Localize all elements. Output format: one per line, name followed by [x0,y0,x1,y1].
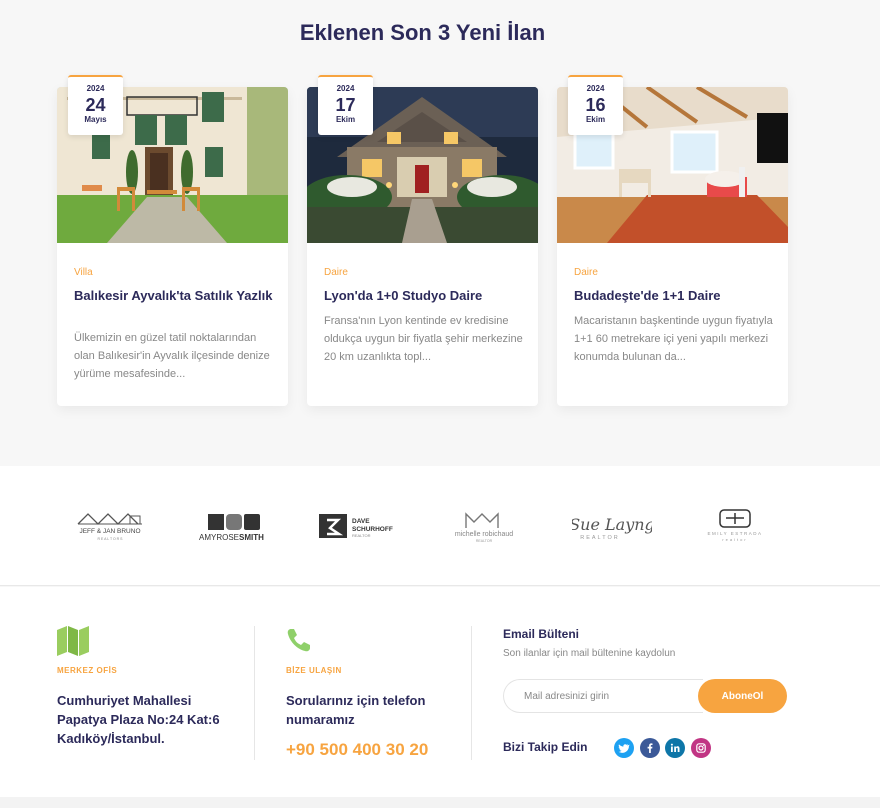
contact-text: numaramız [286,712,355,727]
instagram-icon[interactable] [691,738,711,758]
subscribe-button[interactable]: AboneOl [698,679,787,713]
brand-logo-amyrose-smith[interactable]: AMYROSESMITH [197,508,271,544]
office-address-line: Cumhuriyet Mahallesi [57,693,192,708]
date-day: 16 [585,95,606,115]
newsletter-subtitle: Son ilanlar için mail bültenine kaydolun [503,648,676,659]
listing-description: Ülkemizin en güzel tatil noktalarından o… [74,332,270,380]
date-month: Ekim [335,115,356,124]
svg-text:AMYROSESMITH: AMYROSESMITH [199,533,264,542]
brand-text: Sue Layng [572,515,652,534]
listing-card[interactable]: 2024 16 Ekim Daire Budadeşte'de 1+1 Dair… [557,75,788,406]
brand-logo-jeff-jan-bruno[interactable]: JEFF & JAN BRUNO R E A L T O R S [74,508,146,544]
listing-category[interactable]: Villa [74,267,93,278]
brand-text: AMYROSE [199,533,239,542]
listing-category[interactable]: Daire [324,267,348,278]
date-year: 2024 [336,84,355,93]
brand-logo-sue-layng[interactable]: Sue Layng REALTOR [569,508,655,544]
listing-category[interactable]: Daire [574,267,598,278]
office-address-line: Kadıköy/İstanbul. [57,731,165,746]
phone-icon [286,627,312,658]
brand-text: SMITH [239,533,264,542]
linkedin-icon[interactable] [665,738,685,758]
date-year: 2024 [86,84,105,93]
contact-text: Sorularınız için telefon [286,693,426,708]
brand-text: REALTOR [476,539,493,543]
office-address-line: Papatya Plaza No:24 Kat:6 [57,712,220,727]
office-label: MERKEZ OFİS [57,666,118,675]
brand-text: michelle robichaud [455,531,513,538]
date-badge: 2024 17 Ekim [318,75,373,135]
brand-text: R E A L T O R S [97,537,123,541]
date-badge: 2024 24 Mayıs [68,75,123,135]
facebook-icon[interactable] [640,738,660,758]
listing-title[interactable]: Lyon'da 1+0 Studyo Daire [324,287,524,304]
brand-text: REALTOR [352,533,371,538]
listing-description: Macaristanın başkentinde uygun fiyatıyla… [574,315,773,363]
brand-text: EMILY ESTRADA [707,531,762,536]
partner-logos: JEFF & JAN BRUNO R E A L T O R S AMYROSE… [0,466,880,586]
section-title: Eklenen Son 3 Yeni İlan [299,20,546,45]
date-day: 17 [335,95,356,115]
date-badge: 2024 16 Ekim [568,75,623,135]
listing-card[interactable]: 2024 17 Ekim Daire Lyon'da 1+0 Studyo Da… [307,75,538,406]
brand-text: realtor [722,537,747,542]
brand-logo-emily-estrada[interactable]: EMILY ESTRADA realtor [698,508,774,544]
date-month: Ekim [585,115,606,124]
listing-card[interactable]: 2024 24 Mayıs Villa Balıkesir Ayvalık'ta… [57,75,288,406]
brand-text: JEFF & JAN BRUNO [79,528,140,535]
date-year: 2024 [586,84,605,93]
date-month: Mayıs [84,115,107,124]
divider [254,626,255,760]
map-icon [57,626,89,661]
bottom-strip [0,797,880,808]
date-day: 24 [85,95,106,115]
listing-title[interactable]: Balıkesir Ayvalık'ta Satılık Yazlık [74,287,274,304]
follow-label: Bizi Takip Edin [503,740,588,754]
brand-logo-dave-schurhoff[interactable]: DAVE SCHURHOFF REALTOR [318,508,406,544]
brand-logo-michelle-robichaud[interactable]: michelle robichaud REALTOR [448,508,520,544]
brand-text: DAVE [352,518,370,525]
footer: MERKEZ OFİS Cumhuriyet Mahallesi Papatya… [0,587,880,797]
contact-label: BİZE ULAŞIN [286,666,342,675]
phone-number[interactable]: +90 500 400 30 20 [286,740,428,760]
brand-text: SCHURHOFF [352,526,393,533]
newsletter-title: Email Bülteni [503,627,580,641]
listing-title[interactable]: Budadeşte'de 1+1 Daire [574,287,774,304]
brand-text: REALTOR [580,535,619,541]
twitter-icon[interactable] [614,738,634,758]
email-input[interactable] [503,679,703,713]
listing-description: Fransa'nın Lyon kentinde ev kredisine ol… [324,315,523,363]
divider [471,626,472,760]
